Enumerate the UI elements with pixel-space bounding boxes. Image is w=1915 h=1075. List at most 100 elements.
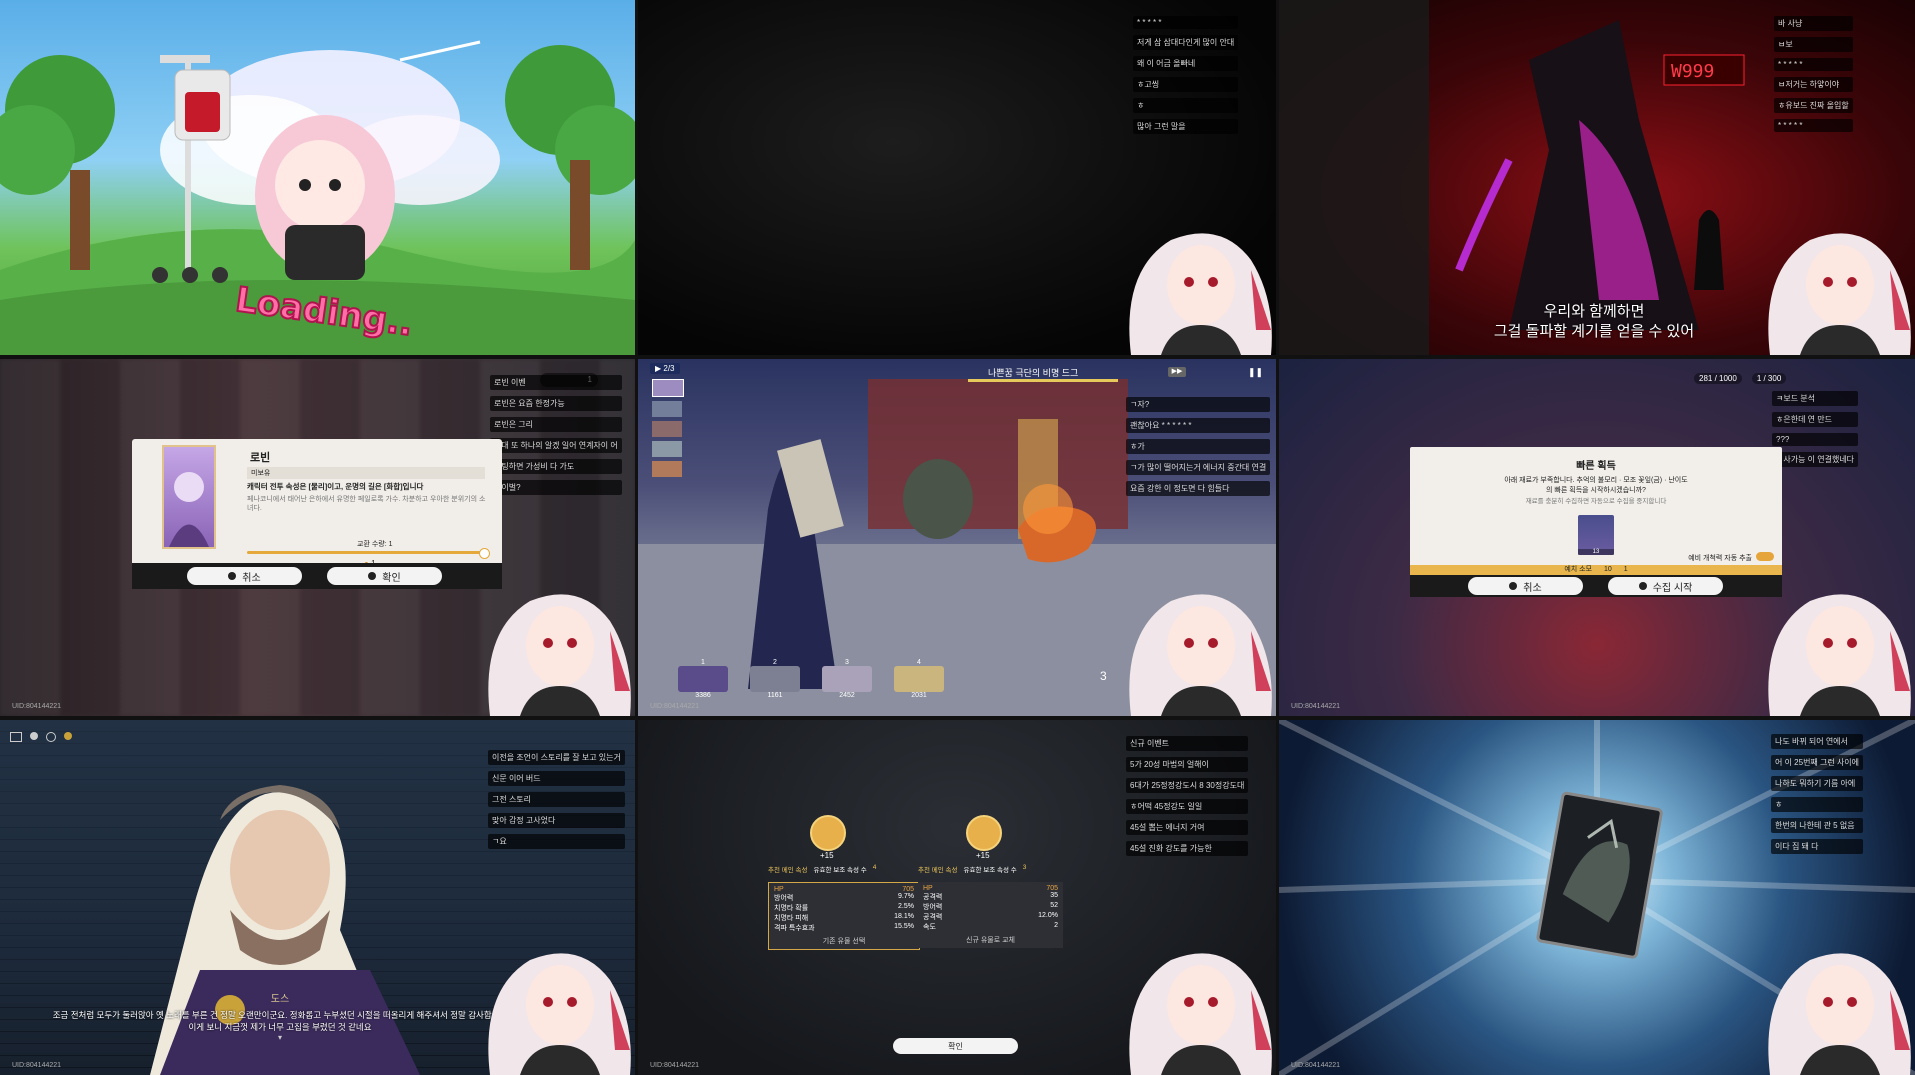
party-member[interactable]: 4 2031 <box>894 659 944 699</box>
dialogue-line-2: 이게 보니 지금껏 제가 너무 고집을 부렸던 것 같네요 <box>188 1022 372 1032</box>
chat-message: 나하도 뭐하기 기름 아에 <box>1771 776 1864 791</box>
exchange-count-label: 교환 수량: 1 <box>357 541 393 548</box>
sub-stat-count: 3 <box>1022 864 1027 871</box>
subtitle-line: 그걸 돌파할 계기를 얻을 수 있어 <box>1493 323 1695 340</box>
streamer-avatar <box>1768 233 1911 355</box>
damage-counter: W999 <box>1671 61 1715 82</box>
party-member[interactable]: 3 2452 <box>822 659 872 699</box>
auto-extract-label: 예비 개척력 자동 추출 <box>1688 555 1752 562</box>
chat-message: ??? <box>1772 433 1859 446</box>
continue-arrow-icon: ▾ <box>277 1033 282 1042</box>
settings-icon[interactable] <box>46 732 56 742</box>
dialog-line-1: 아래 재료가 부족합니다. 추억의 불모리 · 모조 꽃잎(금) · 난이도 <box>1504 477 1688 484</box>
subtitle-line: 우리와 함께하면 <box>1543 303 1645 320</box>
main-stat-value: 705 <box>1046 885 1058 892</box>
confirm-button[interactable]: 확인 <box>893 1038 1018 1054</box>
member-hp: 1161 <box>767 692 783 699</box>
chat-message: 그전 스토리 <box>488 792 625 807</box>
pause-button[interactable]: ❚❚ <box>1248 367 1263 378</box>
currency-bar: 281 / 1000 1 / 300 <box>1694 373 1787 384</box>
main-stat-header: 추천 메인 속성 <box>768 867 808 874</box>
chat-message: 어 이 25번째 그런 사이에 <box>1771 755 1864 770</box>
cancel-icon <box>228 572 237 580</box>
currency-1: 281 / 1000 <box>1694 373 1742 384</box>
slot-number: 1 <box>701 659 705 666</box>
sub-stat-header: 유효한 보조 속성 수 <box>813 867 867 874</box>
chat-message: ㅂ저거는 하얗이야 <box>1774 77 1853 92</box>
relic-level: +15 <box>820 851 834 860</box>
chat-message: 로빈은 요즘 한정가능 <box>490 396 622 411</box>
uid-label: UID:804144221 <box>1291 1062 1341 1069</box>
material-item[interactable]: 13 <box>1578 515 1614 555</box>
character-card <box>162 445 216 549</box>
start-collect-button[interactable]: 수집 시작 <box>1608 577 1723 595</box>
sub-stat-value: 2.5% <box>898 903 914 910</box>
boss-name: 나쁜꿈 극단의 비명 드그 <box>988 368 1079 378</box>
uid-label: UID:804144221 <box>12 1062 62 1069</box>
chat-message: 나도 바뀌 되어 연에서 <box>1771 734 1864 749</box>
chat-message: ㄱ요 <box>488 834 625 849</box>
chat-message: 45설 진화 강도를 가능한 <box>1126 841 1249 856</box>
auto-extract-toggle[interactable] <box>1756 552 1774 561</box>
confirm-button[interactable]: 확인 <box>327 567 442 585</box>
cancel-icon <box>1509 582 1518 590</box>
sub-stat-value: 12.0% <box>1038 912 1058 919</box>
relic-stat-card[interactable]: HP 705 방어력 9.7% 치명타 확률 2.5% 치명타 피해 18.1% 격파 … <box>768 882 920 950</box>
chat-message: 바 사냥 <box>1774 16 1853 31</box>
sub-stat-name: 공격력 <box>923 914 943 921</box>
chat-message: ㅎ고씽 <box>1133 77 1239 92</box>
sub-stat-name: 속도 <box>923 924 936 931</box>
cost-row: 예치 소모 10 1 <box>1410 565 1782 575</box>
quick-acquire-dialog: 빠른 획득 아래 재료가 부족합니다. 추억의 불모리 · 모조 꽃잎(금) ·… <box>1410 447 1782 597</box>
chat-message: ㅎ은한데 연 만드 <box>1772 412 1859 427</box>
select-old-relic-button[interactable]: 기존 유물 선택 <box>774 936 914 946</box>
uid-label: UID:804144221 <box>12 703 62 710</box>
chat-message: * * * * * <box>1774 58 1853 71</box>
material-count: 13 <box>1578 549 1614 555</box>
sub-stat-name: 치명타 피해 <box>774 915 809 922</box>
relic-new: +15 추천 메인 속성 유효한 보조 속성 수 3 HP 705 공격력 35 방… <box>918 815 1078 948</box>
sub-stat-value: 9.7% <box>898 893 914 900</box>
chat-message: ㄱ자? <box>1126 397 1271 412</box>
cancel-label: 취소 <box>1523 582 1542 594</box>
play-icon <box>1638 582 1647 590</box>
uid-label: UID:804144221 <box>650 1062 700 1069</box>
dialogue-box[interactable]: 도스 조금 전처럼 모두가 둘러앉아 옛 노래를 부른 건 정말 오랜만이군요.… <box>40 990 520 1042</box>
exchange-dialog: 로빈 미보유 캐릭터 전투 속성은 [물리]이고, 운명의 길은 [화합]입니다… <box>132 439 502 589</box>
slot-number: 3 <box>845 659 849 666</box>
dialogue-line-1: 조금 전처럼 모두가 둘러앉아 옛 노래를 부른 건 정말 오랜만이군요. 정화… <box>52 1010 508 1020</box>
cancel-button[interactable]: 취소 <box>187 567 302 585</box>
panel-relic-compare: 신규 이벤트 5가 20성 마법의 얼해이 6대가 25정정강도시 8 30정강… <box>638 720 1276 1075</box>
menu-icon[interactable] <box>10 732 22 742</box>
party-member[interactable]: 1 3386 <box>678 659 728 699</box>
chat-message: 로빈은 그리 <box>490 417 622 432</box>
slider-handle[interactable] <box>479 548 490 559</box>
chat-message: ㅂ보 <box>1774 37 1853 52</box>
relic-stat-card[interactable]: HP 705 공격력 35 방어력 52 공격력 12.0% 속도 2 신규 유물로 교체 <box>918 882 1063 948</box>
replace-relic-button[interactable]: 신규 유물로 교체 <box>923 935 1058 945</box>
cost-value-2: 1 <box>1623 566 1628 573</box>
chat-list: * * * * * 저게 삼 삼대다인게 많이 안대 왜 이 어금 올빠네 ㅎ고… <box>1133 16 1239 134</box>
owned-tag: 미보유 <box>247 467 485 479</box>
chat-message: 왜 이 어금 올빠네 <box>1133 56 1239 71</box>
log-icon[interactable] <box>30 732 38 740</box>
party-member[interactable]: 2 1161 <box>750 659 800 699</box>
turn-avatar <box>652 401 682 417</box>
sub-stat-name: 격파 특수효과 <box>774 925 815 932</box>
panel-dialogue: 이전을 조언이 스토리를 잘 보고 있는거 신문 이어 버드 그전 스토리 맞아… <box>0 720 635 1075</box>
sub-stat-name: 치명타 확률 <box>774 905 809 912</box>
subtitle: 우리와 함께하면 그걸 돌파할 계기를 얻을 수 있어 <box>1444 302 1744 342</box>
chat-message: 45설 뽑는 에너지 거여 <box>1126 820 1249 835</box>
chat-message: ㄱ가 많이 떨어지는거 에너지 중간대 연결 <box>1126 460 1271 475</box>
cancel-button[interactable]: 취소 <box>1468 577 1583 595</box>
quantity-slider[interactable] <box>247 548 490 559</box>
turn-avatar <box>652 379 684 397</box>
chat-message: * * * * * <box>1774 119 1853 132</box>
auto-button[interactable]: ▶▶ <box>1168 367 1186 377</box>
map-icon[interactable] <box>64 732 72 740</box>
currency-2: 1 / 300 <box>1751 373 1787 384</box>
wave-text: 2/3 <box>663 364 675 373</box>
streamer-avatar <box>1768 594 1911 716</box>
sub-stat-name: 공격력 <box>923 894 943 901</box>
character-portrait <box>169 472 209 547</box>
